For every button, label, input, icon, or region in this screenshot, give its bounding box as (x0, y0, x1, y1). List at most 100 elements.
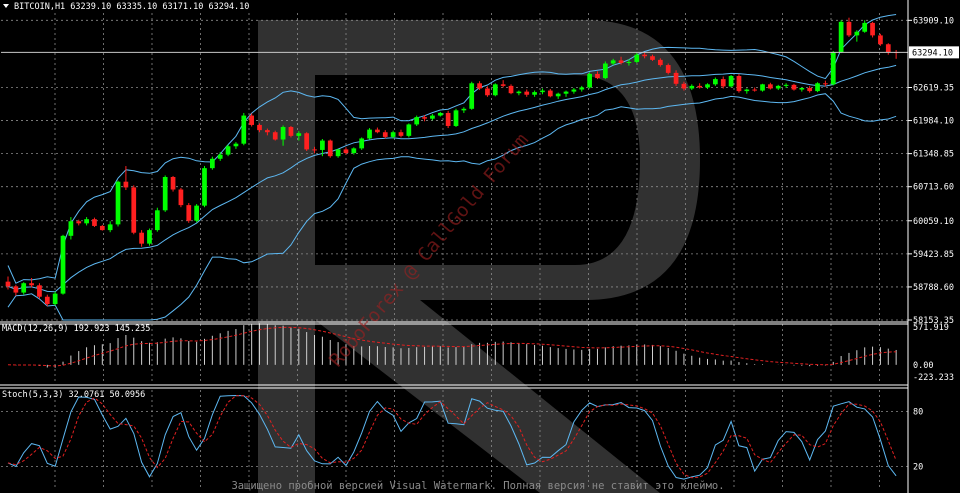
candle-body (335, 149, 341, 157)
candle-body (76, 221, 82, 224)
price-axis-label: 60059.10 (913, 217, 954, 227)
candle-body (123, 181, 129, 188)
candle-body (665, 65, 671, 73)
candle-body (194, 205, 199, 221)
candle-body (760, 84, 765, 91)
candle (327, 139, 333, 158)
candle-body (44, 296, 50, 305)
candle (760, 83, 765, 92)
candle-body (52, 293, 58, 305)
candle-body (885, 44, 891, 53)
candle (406, 123, 412, 138)
candle-body (147, 230, 152, 244)
candle (587, 72, 592, 89)
candle-body (508, 85, 514, 94)
candle (288, 125, 294, 138)
candle-body (29, 283, 34, 286)
candle (728, 74, 734, 88)
candle (52, 291, 58, 306)
candle (736, 73, 742, 93)
candle-body (657, 59, 663, 66)
candle-body (689, 85, 695, 89)
candle (202, 166, 207, 208)
candle-body (579, 87, 585, 90)
candle-body (84, 219, 89, 224)
candle-body (327, 140, 333, 157)
candle-body (563, 91, 569, 94)
candle (131, 185, 137, 235)
candle-body (870, 22, 875, 36)
candle (367, 128, 372, 140)
candle-body (406, 124, 412, 136)
watermark-footer-text: Защищено пробной версией Visual Watermar… (231, 480, 724, 492)
candle-body (422, 117, 427, 119)
candle-body (257, 124, 262, 131)
candle-body (807, 87, 813, 92)
candle (162, 175, 168, 212)
candle-body (178, 189, 184, 206)
candle-body (673, 72, 679, 84)
macd-axis-label: -223.233 (913, 373, 954, 383)
stoch-axis-label: 20 (913, 463, 923, 473)
candle-body (705, 84, 710, 88)
candle (359, 137, 365, 150)
candle-body (37, 285, 42, 297)
candle (241, 112, 247, 146)
candle (878, 33, 883, 46)
candle-body (390, 132, 396, 137)
candle (414, 115, 420, 126)
candle-body (280, 127, 286, 140)
candle-body (115, 181, 121, 225)
candle-body (532, 92, 537, 95)
macd-panel-header: MACD(12,26,9) 192.923 145.235 (2, 324, 150, 334)
candle (186, 203, 192, 223)
candle (815, 82, 820, 93)
candle-body (272, 132, 278, 140)
candle-body (288, 127, 294, 136)
macd-axis-label: 571.919 (913, 323, 949, 333)
candle-body (461, 108, 467, 111)
candle (178, 187, 184, 208)
candle-body (60, 235, 66, 294)
price-axis-label: 61984.10 (913, 117, 954, 127)
candle-body (131, 187, 137, 233)
candle-body (5, 281, 11, 287)
candle (870, 21, 875, 38)
candle-body (681, 83, 687, 89)
candle (37, 283, 42, 299)
candle-body (697, 85, 703, 88)
candle-body (186, 205, 192, 221)
candle-body (626, 61, 632, 63)
candle-body (642, 54, 647, 57)
candle-body (618, 60, 624, 63)
candle-body (367, 129, 372, 139)
price-axis-label: 63909.10 (913, 16, 954, 26)
price-axis-label: 60713.60 (913, 183, 954, 193)
candle-body (744, 89, 750, 92)
candle-body (571, 89, 577, 92)
candle-body (728, 75, 734, 87)
candle-body (107, 224, 113, 231)
candle-body (375, 129, 380, 133)
candle-body (830, 52, 836, 85)
candle-body (437, 112, 443, 116)
candle-body (21, 283, 27, 293)
stochastic-panel-header: Stoch(5,3,3) 32.0761 50.0956 (2, 390, 145, 400)
candle-body (398, 132, 404, 136)
candle-body (555, 93, 561, 97)
candle-body (878, 35, 883, 45)
candle-body (202, 168, 207, 206)
stoch-axis-label: 80 (913, 407, 923, 417)
candle-body (524, 91, 530, 95)
candle-body (453, 110, 459, 126)
candle-body (516, 91, 522, 94)
candle-body (862, 22, 868, 32)
candle-body (492, 84, 498, 96)
candle-body (154, 210, 160, 231)
trading-chart[interactable]: 63909.10 62619.35 61984.10 61348.85 60713.60… (0, 0, 960, 493)
candle (453, 108, 459, 128)
candle-body (99, 225, 105, 231)
price-axis-label: 61348.85 (913, 150, 954, 160)
macd-axis-label: 0.00 (913, 361, 933, 371)
candle-body (225, 146, 231, 155)
